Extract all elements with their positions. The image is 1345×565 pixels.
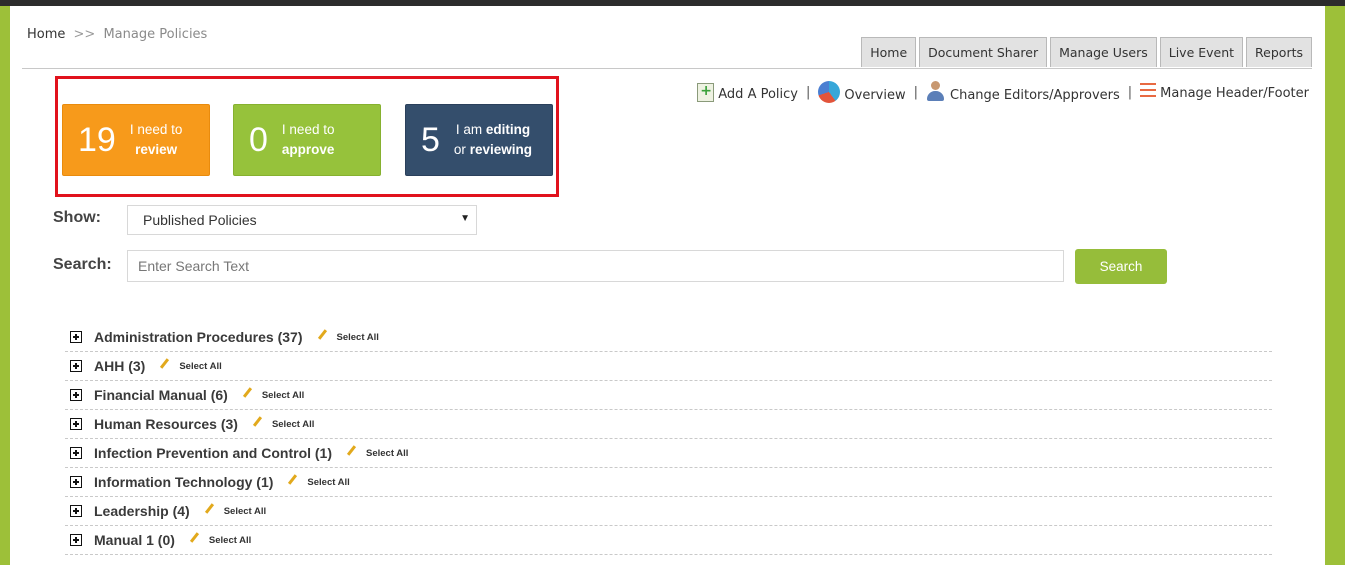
toolbar-separator: | xyxy=(1127,84,1133,100)
category-row: Leadership (4) Select All xyxy=(65,497,1272,526)
toolbar-separator: | xyxy=(913,84,918,100)
review-count: 19 xyxy=(78,121,116,159)
select-all-link[interactable]: Select All xyxy=(209,535,251,546)
pencil-icon xyxy=(317,328,327,340)
add-document-icon xyxy=(697,82,715,102)
nav-tabs: Home Document Sharer Manage Users Live E… xyxy=(861,37,1312,67)
breadcrumb-separator: >> xyxy=(73,27,96,42)
add-policy-label: Add A Policy xyxy=(718,86,798,102)
breadcrumb-current: Manage Policies xyxy=(103,27,208,42)
expand-plus-icon[interactable] xyxy=(70,331,82,343)
expand-plus-icon[interactable] xyxy=(70,447,82,459)
category-name[interactable]: Information Technology (1) xyxy=(94,474,273,490)
tile-need-to-review[interactable]: 19 I need to review xyxy=(62,104,210,176)
review-label: I need to review xyxy=(129,122,183,157)
pencil-icon xyxy=(160,357,170,369)
search-label: Search: xyxy=(53,256,112,273)
show-label: Show: xyxy=(53,209,101,226)
expand-plus-icon[interactable] xyxy=(70,360,82,372)
tab-manage-users[interactable]: Manage Users xyxy=(1050,37,1157,67)
editing-count: 5 xyxy=(421,121,440,159)
page-content: Home >> Manage Policies Home Document Sh… xyxy=(10,6,1325,565)
user-icon xyxy=(926,81,946,103)
search-input[interactable] xyxy=(127,250,1064,282)
tab-document-sharer[interactable]: Document Sharer xyxy=(919,37,1048,67)
pencil-icon xyxy=(189,531,199,543)
toolbar-separator: | xyxy=(806,84,811,100)
category-row: Manual 1 (0) Select All xyxy=(65,526,1272,555)
select-all-link[interactable]: Select All xyxy=(366,448,408,459)
change-editors-label: Change Editors/Approvers xyxy=(950,88,1120,103)
breadcrumb: Home >> Manage Policies xyxy=(27,27,207,42)
editing-label: I am editing or reviewing xyxy=(453,122,532,157)
tile-need-to-approve[interactable]: 0 I need to approve xyxy=(233,104,381,176)
category-name[interactable]: Human Resources (3) xyxy=(94,416,238,432)
select-all-link[interactable]: Select All xyxy=(337,332,379,343)
policy-category-list: Administration Procedures (37) Select Al… xyxy=(65,323,1272,555)
pencil-icon xyxy=(288,473,298,485)
select-all-link[interactable]: Select All xyxy=(272,419,314,430)
category-row: Financial Manual (6) Select All xyxy=(65,381,1272,410)
pencil-icon xyxy=(204,502,214,514)
tab-live-event[interactable]: Live Event xyxy=(1159,37,1244,67)
expand-plus-icon[interactable] xyxy=(70,476,82,488)
pencil-icon xyxy=(346,444,357,456)
category-row: Human Resources (3) Select All xyxy=(65,410,1272,439)
select-all-link[interactable]: Select All xyxy=(307,477,349,488)
expand-plus-icon[interactable] xyxy=(70,505,82,517)
select-all-link[interactable]: Select All xyxy=(262,390,304,401)
category-name[interactable]: Manual 1 (0) xyxy=(94,532,175,548)
select-all-link[interactable]: Select All xyxy=(224,506,266,517)
select-all-link[interactable]: Select All xyxy=(179,361,221,372)
chevron-down-icon: ▼ xyxy=(460,213,470,224)
expand-plus-icon[interactable] xyxy=(70,418,82,430)
header-divider xyxy=(22,68,1312,69)
category-name[interactable]: Leadership (4) xyxy=(94,503,190,519)
category-row: Administration Procedures (37) Select Al… xyxy=(65,323,1272,352)
overview-link[interactable]: Overview xyxy=(818,81,906,103)
policy-toolbar: Add A Policy | Overview | Change Editors… xyxy=(697,81,1309,103)
category-name[interactable]: Infection Prevention and Control (1) xyxy=(94,445,332,461)
category-row: AHH (3) Select All xyxy=(65,352,1272,381)
search-button[interactable]: Search xyxy=(1075,249,1167,284)
policy-filter-select[interactable]: Published Policies ▼ xyxy=(127,205,477,235)
category-name[interactable]: Administration Procedures (37) xyxy=(94,329,303,345)
category-row: Infection Prevention and Control (1) Sel… xyxy=(65,439,1272,468)
manage-header-footer-label: Manage Header/Footer xyxy=(1160,86,1309,101)
approve-label: I need to approve xyxy=(281,122,335,157)
menu-icon xyxy=(1140,83,1157,97)
approve-count: 0 xyxy=(249,121,268,159)
add-policy-link[interactable]: Add A Policy xyxy=(697,82,798,102)
pencil-icon xyxy=(242,386,252,398)
change-editors-link[interactable]: Change Editors/Approvers xyxy=(926,81,1120,103)
pencil-icon xyxy=(252,415,263,427)
category-row: Information Technology (1) Select All xyxy=(65,468,1272,497)
breadcrumb-home-link[interactable]: Home xyxy=(27,27,65,42)
expand-plus-icon[interactable] xyxy=(70,534,82,546)
expand-plus-icon[interactable] xyxy=(70,389,82,401)
pie-chart-icon xyxy=(818,81,841,103)
overview-label: Overview xyxy=(844,88,906,103)
tab-reports[interactable]: Reports xyxy=(1246,37,1312,67)
policy-filter-value: Published Policies xyxy=(143,212,257,228)
category-name[interactable]: AHH (3) xyxy=(94,358,145,374)
tile-editing-reviewing[interactable]: 5 I am editing or reviewing xyxy=(405,104,553,176)
category-name[interactable]: Financial Manual (6) xyxy=(94,387,228,403)
manage-header-footer-link[interactable]: Manage Header/Footer xyxy=(1140,83,1309,101)
tab-home[interactable]: Home xyxy=(861,37,917,67)
